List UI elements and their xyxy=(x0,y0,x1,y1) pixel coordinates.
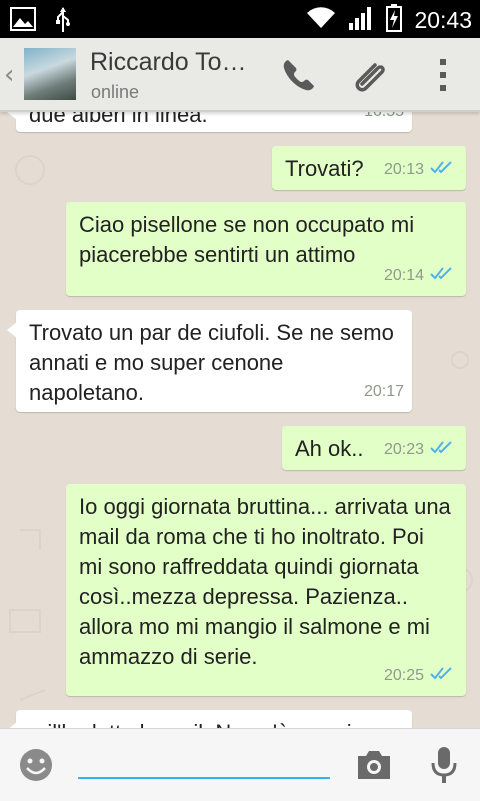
contact-status: online xyxy=(91,82,140,102)
camera-icon[interactable] xyxy=(354,747,394,787)
avatar[interactable] xyxy=(24,48,76,100)
message-text: ...il'ho letto la mail. Non c'è proprio.… xyxy=(29,718,398,728)
back-chevron-icon[interactable]: ‹ xyxy=(4,60,14,90)
message-bubble-outgoing[interactable]: Ciao pisellone se non occupato mi piacer… xyxy=(66,202,466,296)
message-time: 20:13 xyxy=(383,161,424,178)
message-bubble-outgoing[interactable]: Io oggi giornata bruttina... arrivata un… xyxy=(66,484,466,696)
usb-icon xyxy=(54,7,72,37)
message-bubble-incoming[interactable]: ...il'ho letto la mail. Non c'è proprio.… xyxy=(7,710,412,728)
message-time: 20:17 xyxy=(363,383,404,400)
read-receipt-icon xyxy=(430,258,454,288)
message-time: 20:23 xyxy=(383,441,424,458)
signal-icon xyxy=(348,5,374,35)
read-receipt-icon xyxy=(430,432,454,462)
wifi-icon xyxy=(306,6,336,34)
overflow-menu-icon[interactable] xyxy=(438,58,448,96)
message-text: Ah ok.. xyxy=(295,436,364,461)
message-text: Trovati? xyxy=(285,156,364,181)
compose-bar xyxy=(0,728,480,801)
input-underline xyxy=(78,777,330,779)
paperclip-icon[interactable] xyxy=(350,54,392,100)
gallery-icon xyxy=(10,7,36,37)
message-bubble-incoming[interactable]: Trovato un par de ciufoli. Se ne semo an… xyxy=(7,310,412,412)
message-input[interactable] xyxy=(80,743,334,777)
contact-name[interactable]: Riccardo To… xyxy=(90,48,247,77)
read-receipt-icon xyxy=(430,658,454,688)
message-time: 16:55 xyxy=(363,110,404,120)
message-bubble-outgoing[interactable]: Ah ok.. 20:23 xyxy=(282,426,466,470)
chat-header: ‹ Riccardo To… online xyxy=(0,38,480,112)
message-list[interactable]: due alberi in linea. 16:55 Trovati? 20:1… xyxy=(0,110,480,728)
phone-icon[interactable] xyxy=(278,56,318,100)
message-bubble-outgoing[interactable]: Trovati? 20:13 xyxy=(272,146,466,190)
message-text: Io oggi giornata bruttina... arrivata un… xyxy=(79,494,451,669)
emoji-icon[interactable] xyxy=(18,747,54,787)
message-bubble-incoming[interactable]: due alberi in linea. 16:55 xyxy=(7,110,412,132)
message-text: due alberi in linea. xyxy=(29,110,208,127)
message-text: Trovato un par de ciufoli. Se ne semo an… xyxy=(29,320,394,405)
battery-charging-icon xyxy=(386,4,403,36)
message-time: 20:25 xyxy=(383,667,424,684)
message-time: 20:14 xyxy=(383,267,424,284)
microphone-icon[interactable] xyxy=(430,745,458,789)
status-bar: 20:43 xyxy=(0,0,480,38)
status-clock: 20:43 xyxy=(414,6,472,33)
read-receipt-icon xyxy=(430,152,454,182)
